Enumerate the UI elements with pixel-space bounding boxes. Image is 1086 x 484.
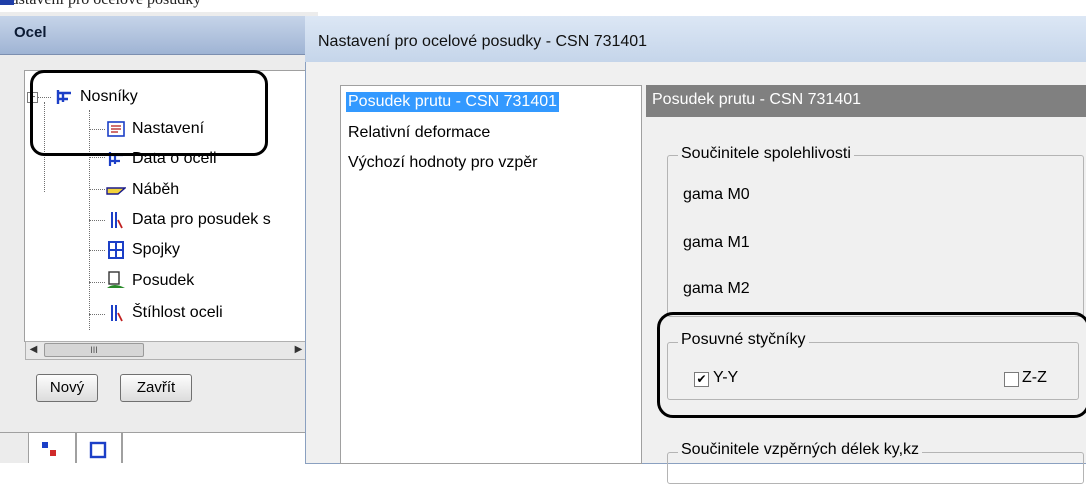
category-posudek-prutu[interactable]: Posudek prutu - CSN 731401	[346, 92, 560, 112]
haunch-icon	[106, 180, 126, 200]
tab-window[interactable]	[76, 432, 122, 463]
close-button[interactable]: Zavřít	[120, 374, 192, 402]
tree-connector	[89, 282, 105, 283]
left-panel-titlebar	[0, 16, 318, 55]
sway-highlight-annotation	[657, 312, 1086, 418]
reliability-factors-legend: Součinitele spolehlivosti	[678, 145, 854, 163]
tree-connector	[89, 250, 105, 251]
tree-item-label: Posudek	[132, 272, 195, 289]
new-button[interactable]: Nový	[36, 374, 98, 402]
tree-view-icon	[41, 441, 59, 463]
connector-icon	[106, 240, 126, 260]
tree-item-label: Spojky	[132, 241, 181, 258]
tree-item-stihlost-oceli[interactable]: Štíhlost oceli	[106, 300, 223, 326]
tree-connector	[89, 314, 105, 315]
buckling-lengths-legend: Součinitele vzpěrných délek ky,kz	[678, 441, 923, 459]
slenderness-icon	[106, 303, 126, 323]
tree-item-label: Náběh	[132, 181, 180, 198]
tree-highlight-annotation	[30, 70, 268, 156]
tree-item-posudek[interactable]: Posudek	[106, 268, 194, 294]
top-fragment-text: Nastavení pro ocelové posudky	[0, 0, 310, 9]
gama-m0-label: gama M0	[683, 186, 750, 203]
check-data-icon	[106, 210, 126, 230]
settings-panel-header-text: Posudek prutu - CSN 731401	[652, 91, 862, 108]
category-vychozi-hodnoty-vzper[interactable]: Výchozí hodnoty pro vzpěr	[348, 153, 537, 173]
tree-item-label: Štíhlost oceli	[132, 304, 223, 321]
tree-item-label: Data pro posudek s	[132, 211, 271, 228]
tab-empty[interactable]	[122, 432, 324, 463]
scroll-thumb[interactable]: III	[44, 343, 144, 357]
tab-tree[interactable]	[28, 432, 76, 463]
category-relativni-deformace[interactable]: Relativní deformace	[348, 123, 490, 143]
gama-m1-label: gama M1	[683, 234, 750, 251]
tree-connector	[89, 189, 105, 190]
scroll-left-arrow-icon[interactable]: ◀	[25, 341, 42, 358]
check-icon	[106, 271, 126, 291]
tree-item-nabeh[interactable]: Náběh	[106, 177, 179, 203]
top-marker	[0, 0, 14, 5]
tree-connector	[89, 157, 105, 158]
tree-item-spojky[interactable]: Spojky	[106, 237, 180, 263]
window-icon	[89, 441, 107, 463]
tree-connector	[89, 220, 105, 221]
dialog-title: Nastavení pro ocelové posudky - CSN 7314…	[318, 33, 648, 50]
left-panel-title: Ocel	[14, 24, 47, 41]
gama-m2-label: gama M2	[683, 280, 750, 297]
tree-item-data-pro-posudek[interactable]: Data pro posudek s	[106, 207, 271, 233]
